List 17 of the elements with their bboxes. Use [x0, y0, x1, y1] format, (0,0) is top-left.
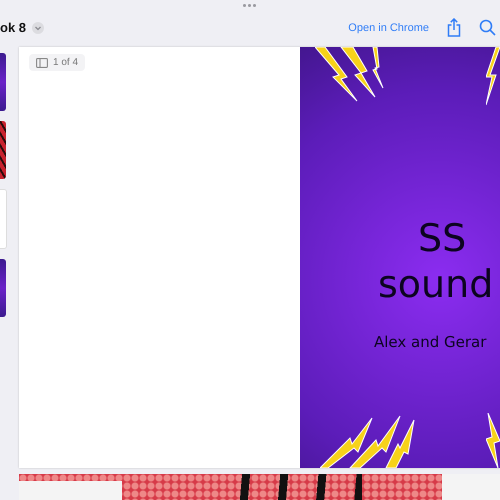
- sidebar-icon: [36, 58, 48, 68]
- page-thumbnail[interactable]: [0, 189, 7, 249]
- lightning-icon: [486, 413, 500, 468]
- slide-title: SS: [418, 215, 466, 261]
- page-thumbnail[interactable]: [0, 121, 6, 179]
- slide-subtitle: Alex and Gerar: [374, 333, 486, 351]
- page-thumbnail[interactable]: [0, 53, 6, 111]
- search-icon[interactable]: [479, 19, 496, 36]
- page-thumbnail[interactable]: [0, 259, 6, 317]
- grabber-icon[interactable]: [243, 4, 256, 7]
- slide-title: sound: [378, 261, 494, 307]
- document-title: ok 8: [0, 20, 26, 35]
- lightning-icon: [486, 47, 500, 107]
- share-icon[interactable]: [447, 18, 461, 37]
- page-count: 1 of 4: [53, 57, 78, 68]
- chevron-down-icon[interactable]: [32, 22, 44, 34]
- open-in-chrome-link[interactable]: Open in Chrome: [348, 22, 429, 34]
